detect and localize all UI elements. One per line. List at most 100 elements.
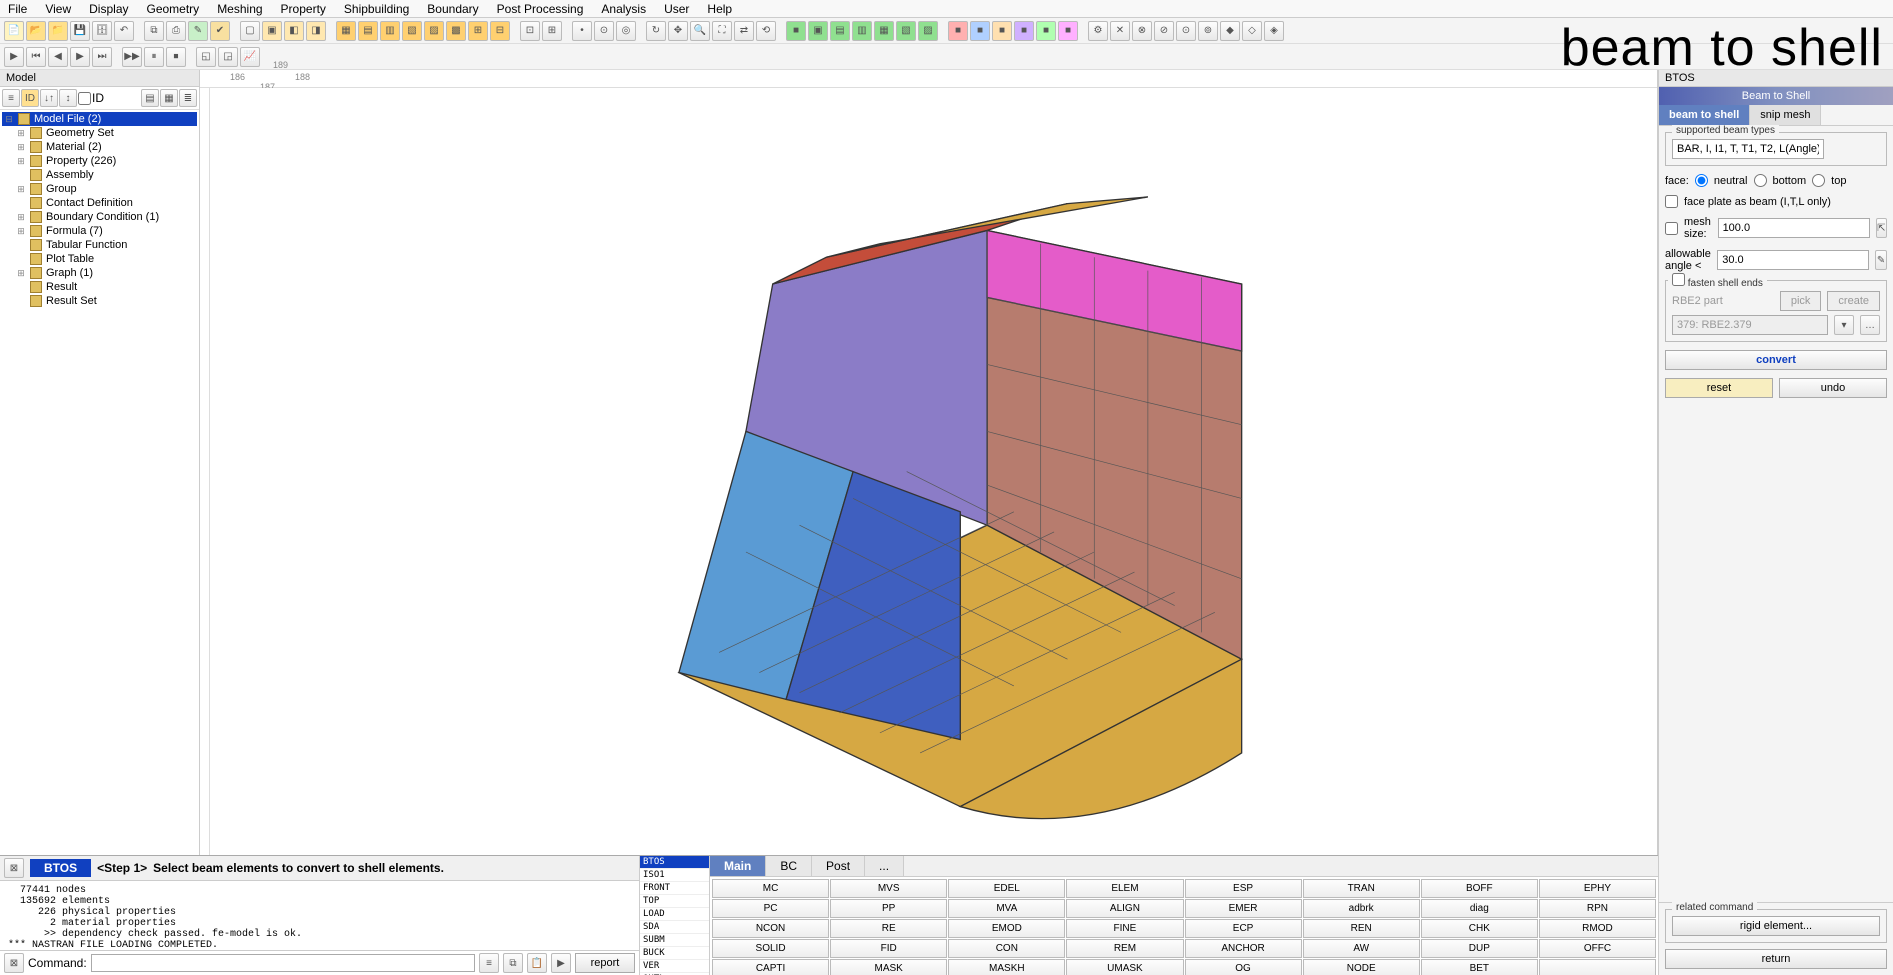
last-icon[interactable]: ⏭ — [92, 47, 112, 67]
x4-icon[interactable]: ⊙ — [1176, 21, 1196, 41]
rigid-element-button[interactable]: rigid element... — [1672, 916, 1880, 936]
cmd-list-icon[interactable]: ≡ — [479, 953, 499, 973]
cmd-button[interactable]: PC — [712, 899, 829, 918]
cmd-button[interactable]: REN — [1303, 919, 1420, 938]
cmd-button[interactable]: ESP — [1185, 879, 1302, 898]
cmd-button[interactable]: UMASK — [1066, 959, 1183, 975]
tree-item[interactable]: ⊞Property (226) — [2, 154, 197, 168]
cmd-button[interactable]: REM — [1066, 939, 1183, 958]
cmd-copy-icon[interactable]: ⧉ — [503, 953, 523, 973]
face-neutral-radio[interactable] — [1695, 174, 1708, 187]
g5-icon[interactable]: ▦ — [874, 21, 894, 41]
c4-icon[interactable]: ■ — [1014, 21, 1034, 41]
meshsize-checkbox[interactable] — [1665, 222, 1678, 235]
report-button[interactable]: report — [575, 953, 635, 973]
cmd-button[interactable]: CAPTI — [712, 959, 829, 975]
first-icon[interactable]: ⏮ — [26, 47, 46, 67]
return-button[interactable]: return — [1665, 949, 1887, 969]
faceplate-checkbox[interactable] — [1665, 195, 1678, 208]
list-item[interactable]: BUCK — [640, 947, 709, 960]
target-icon[interactable]: ◎ — [616, 21, 636, 41]
create-button[interactable]: create — [1827, 291, 1880, 311]
cmd-button[interactable]: NCON — [712, 919, 829, 938]
rotx-icon[interactable]: ⟲ — [756, 21, 776, 41]
cmd-button[interactable]: OG — [1185, 959, 1302, 975]
cmd-button[interactable]: EDEL — [948, 879, 1065, 898]
cmd-button[interactable]: FID — [830, 939, 947, 958]
menu-analysis[interactable]: Analysis — [601, 2, 646, 16]
tile2-icon[interactable]: ⊞ — [542, 21, 562, 41]
zoom-icon[interactable]: 🔍 — [690, 21, 710, 41]
list-item[interactable]: VER — [640, 960, 709, 973]
cmd-run-icon[interactable]: ▶ — [551, 953, 571, 973]
cmd-paste-icon[interactable]: 📋 — [527, 953, 547, 973]
tab-more[interactable]: ... — [865, 856, 904, 876]
cmd-button[interactable]: EPHY — [1539, 879, 1656, 898]
node-icon[interactable]: • — [572, 21, 592, 41]
chart-icon[interactable]: 📈 — [240, 47, 260, 67]
menu-help[interactable]: Help — [707, 2, 732, 16]
g7-icon[interactable]: ▨ — [918, 21, 938, 41]
grid2-icon[interactable]: ▤ — [358, 21, 378, 41]
c6-icon[interactable]: ■ — [1058, 21, 1078, 41]
tree-item[interactable]: Tabular Function — [2, 238, 197, 252]
cmd-button[interactable]: BET — [1421, 959, 1538, 975]
tab-post[interactable]: Post — [812, 856, 865, 876]
cmd-button[interactable]: MVA — [948, 899, 1065, 918]
cmd-button[interactable]: ECP — [1185, 919, 1302, 938]
tree-btn-1[interactable]: ≡ — [2, 89, 20, 107]
tree-btn-5[interactable]: ▤ — [141, 89, 159, 107]
cmd-close-icon[interactable]: ⊠ — [4, 953, 24, 973]
list-item[interactable]: ISO1 — [640, 869, 709, 882]
cube2-icon[interactable]: ◧ — [284, 21, 304, 41]
cmd-button[interactable]: CON — [948, 939, 1065, 958]
rbe2-more-icon[interactable]: … — [1860, 315, 1880, 335]
prev-icon[interactable]: ◀ — [48, 47, 68, 67]
next-icon[interactable]: ▶ — [70, 47, 90, 67]
gear-icon[interactable]: ⚙ — [1088, 21, 1108, 41]
tree-item[interactable]: ⊞Material (2) — [2, 140, 197, 154]
x6-icon[interactable]: ◆ — [1220, 21, 1240, 41]
tab-bc[interactable]: BC — [766, 856, 812, 876]
saveall-icon[interactable]: 🗄 — [92, 21, 112, 41]
menu-file[interactable]: File — [8, 2, 27, 16]
cmd-button[interactable]: FINE — [1066, 919, 1183, 938]
grid7-icon[interactable]: ⊞ — [468, 21, 488, 41]
undo-button[interactable]: undo — [1779, 378, 1887, 398]
cmd-button[interactable] — [1539, 959, 1656, 975]
x5-icon[interactable]: ⊚ — [1198, 21, 1218, 41]
reset-button[interactable]: reset — [1665, 378, 1773, 398]
cmd-button[interactable]: adbrk — [1303, 899, 1420, 918]
viewport-3d[interactable]: 186 187 188 189 — [200, 70, 1658, 975]
cmd-button[interactable]: CHK — [1421, 919, 1538, 938]
cmd-button[interactable]: MASK — [830, 959, 947, 975]
cmd-button[interactable]: MASKH — [948, 959, 1065, 975]
meshsize-input[interactable] — [1718, 218, 1870, 238]
cmd-button[interactable]: ANCHOR — [1185, 939, 1302, 958]
tree-item[interactable]: Result — [2, 280, 197, 294]
c5-icon[interactable]: ■ — [1036, 21, 1056, 41]
mark-icon[interactable]: ✔ — [210, 21, 230, 41]
tree-item[interactable]: ⊞Formula (7) — [2, 224, 197, 238]
menu-property[interactable]: Property — [281, 2, 326, 16]
tree-btn-2[interactable]: ID — [21, 89, 39, 107]
step-close-icon[interactable]: ⊠ — [4, 858, 24, 878]
cmd-button[interactable]: diag — [1421, 899, 1538, 918]
grid3-icon[interactable]: ▥ — [380, 21, 400, 41]
cmd-button[interactable]: TRAN — [1303, 879, 1420, 898]
menu-view[interactable]: View — [45, 2, 71, 16]
cmd-button[interactable]: NODE — [1303, 959, 1420, 975]
model-canvas[interactable]: z x y — [210, 88, 1657, 949]
edit-icon[interactable]: ✎ — [188, 21, 208, 41]
c3-icon[interactable]: ■ — [992, 21, 1012, 41]
window-icon[interactable]: ⧉ — [144, 21, 164, 41]
c2-icon[interactable]: ■ — [970, 21, 990, 41]
tree-item[interactable]: ⊞Geometry Set — [2, 126, 197, 140]
tree-btn-3[interactable]: ↓↑ — [40, 89, 58, 107]
tree-btn-4[interactable]: ↕ — [59, 89, 77, 107]
x2-icon[interactable]: ⊗ — [1132, 21, 1152, 41]
cmd-button[interactable]: RE — [830, 919, 947, 938]
tree-id-checkbox[interactable] — [78, 92, 91, 105]
cmd-button[interactable]: EMOD — [948, 919, 1065, 938]
g4-icon[interactable]: ▥ — [852, 21, 872, 41]
